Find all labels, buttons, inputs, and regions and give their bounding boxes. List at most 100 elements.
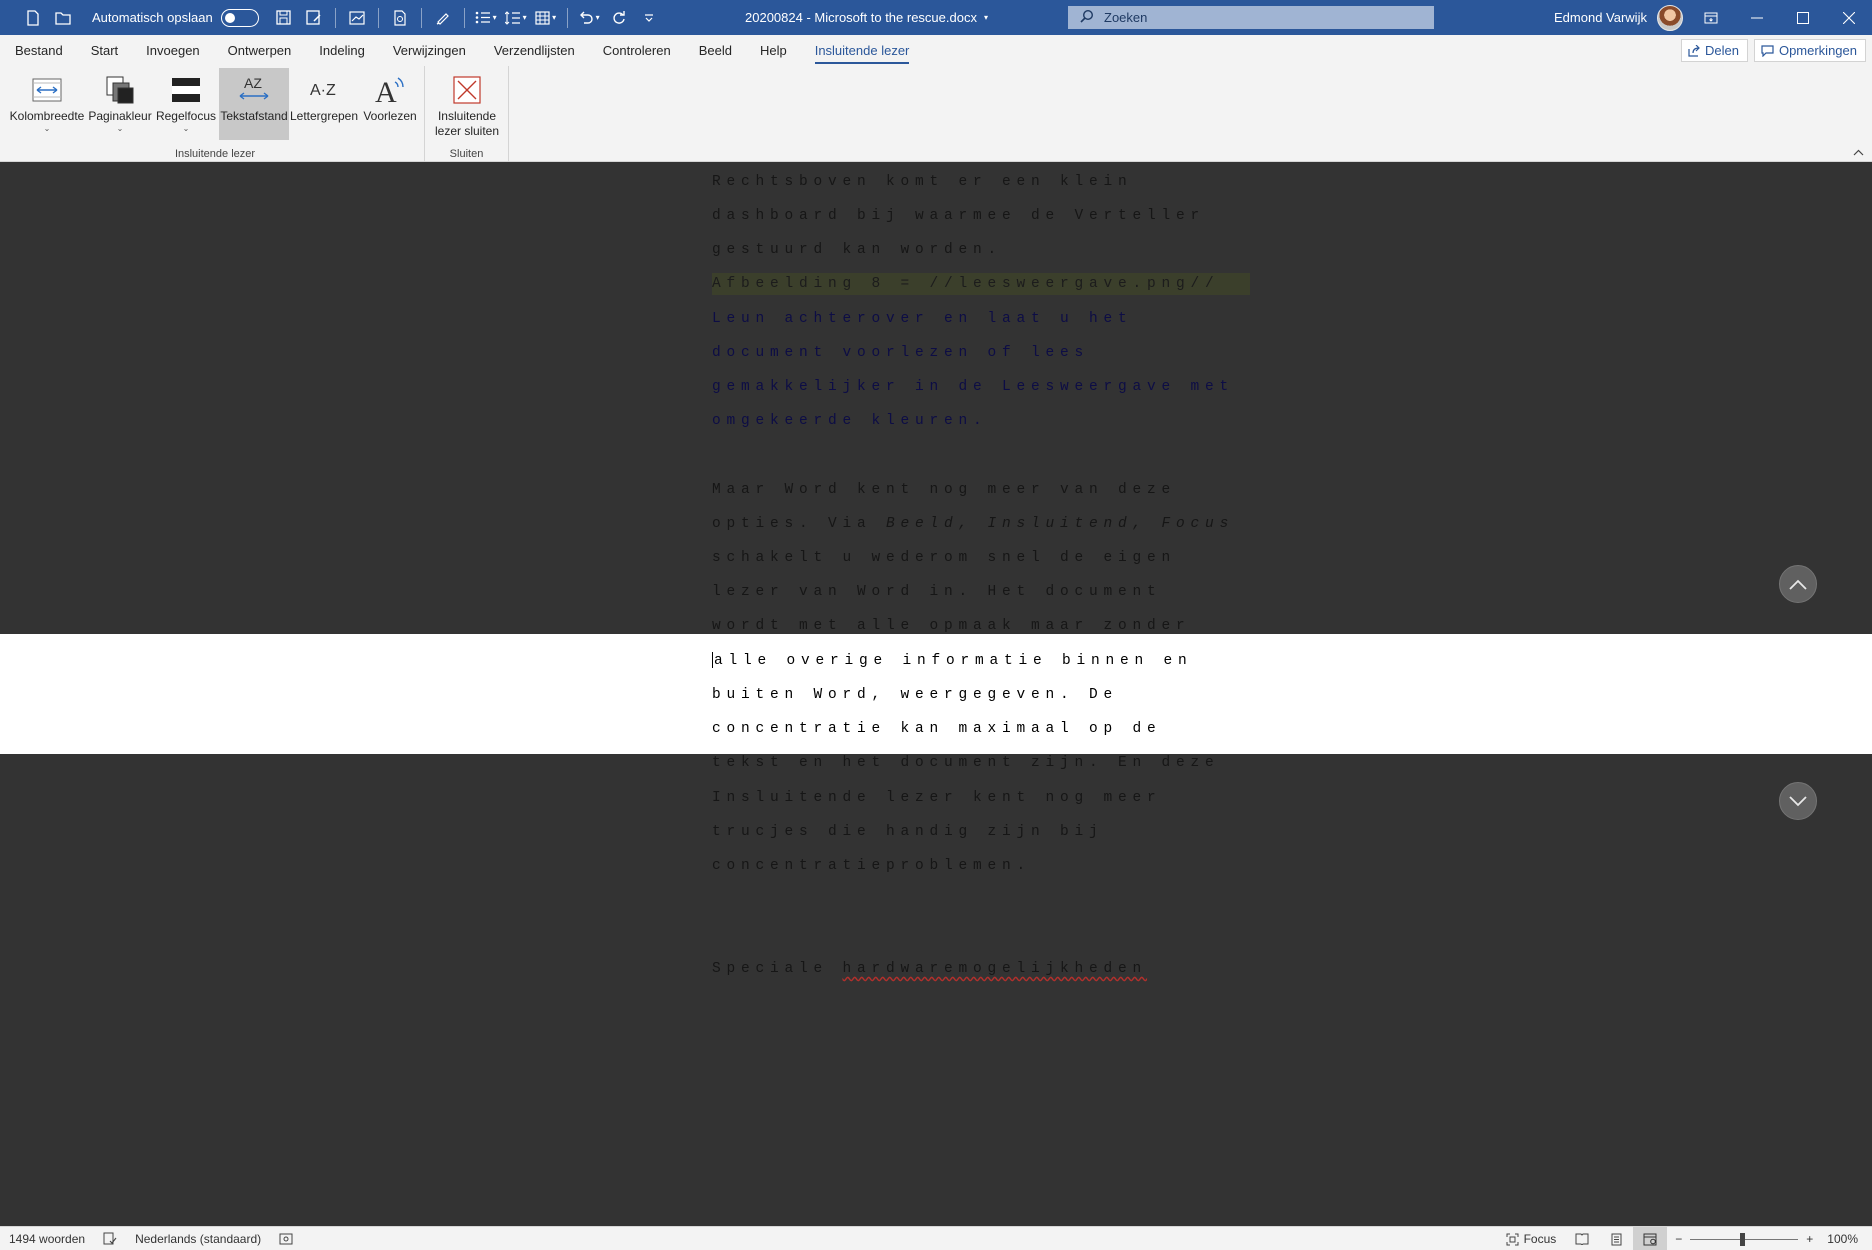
zoom-level[interactable]: 100% [1821, 1227, 1872, 1250]
column-width-icon [31, 71, 63, 109]
tab-verzendlijsten[interactable]: Verzendlijsten [480, 35, 589, 66]
tab-indeling[interactable]: Indeling [305, 35, 379, 66]
focused-line: alle overige informatie binnen en [712, 650, 1193, 672]
document-line-text: Speciale [712, 961, 843, 977]
document-line: gemakkelijker in de Leesweergave met [712, 379, 1235, 395]
document-title-text: 20200824 - Microsoft to the rescue.docx [745, 10, 977, 25]
column-width-button[interactable]: Kolombreedte ⌄ [8, 68, 86, 140]
maximize-icon[interactable] [1780, 0, 1826, 35]
search-box[interactable]: Zoeken [1068, 6, 1434, 29]
print-layout-icon[interactable] [1599, 1227, 1633, 1250]
tab-bestand[interactable]: Bestand [0, 35, 77, 66]
document-line: trucjes die handig zijn bij [712, 824, 1104, 840]
tab-controleren[interactable]: Controleren [589, 35, 685, 66]
ribbon-group-label: Sluiten [449, 148, 484, 160]
close-reader-icon [452, 71, 482, 109]
close-reader-label-line1: Insluitende [437, 109, 497, 123]
focus-icon [1506, 1233, 1519, 1246]
user-account[interactable]: Edmond Varwijk [1554, 0, 1683, 35]
redo-icon[interactable] [604, 0, 634, 35]
read-aloud-button[interactable]: A Voorlezen [360, 68, 420, 140]
zoom-out-button[interactable]: − [1667, 1227, 1684, 1250]
title-bar: Automatisch opslaan ▾ ▾ ▾ ▾ 20200824 - M… [0, 0, 1872, 35]
share-label: Delen [1704, 43, 1739, 58]
new-document-icon[interactable] [18, 0, 48, 35]
misspelled-word[interactable]: hardwaremogelijkheden [843, 961, 1148, 977]
close-immersive-reader-button[interactable]: Insluitende lezer sluiten [429, 68, 505, 146]
share-button[interactable]: Delen [1680, 39, 1748, 62]
scroll-up-button[interactable] [1779, 565, 1817, 603]
svg-text:A·Z: A·Z [310, 82, 336, 99]
web-layout-icon[interactable] [1633, 1227, 1668, 1250]
ribbon-tabs: Bestand Start Invoegen Ontwerpen Indelin… [0, 35, 1872, 66]
syllables-button[interactable]: A·Z Lettergrepen [290, 68, 358, 140]
undo-icon[interactable]: ▾ [574, 0, 604, 35]
chevron-down-icon: ⌄ [116, 124, 124, 133]
language-indicator[interactable]: Nederlands (standaard) [126, 1227, 270, 1250]
autosave-toggle[interactable]: Automatisch opslaan [92, 8, 259, 27]
document-area[interactable]: Rechtsboven komt er een klein dashboard … [0, 162, 1872, 1226]
text-cursor [712, 652, 713, 669]
chevron-down-icon: ⌄ [43, 124, 51, 133]
document-line: Leun achterover en laat u het [712, 311, 1133, 327]
read-mode-icon[interactable] [1565, 1227, 1599, 1250]
tab-ontwerpen[interactable]: Ontwerpen [214, 35, 306, 66]
zoom-in-button[interactable]: + [1804, 1227, 1821, 1250]
document-line: opties. Via Beeld, Insluitend, Focus [712, 513, 1234, 535]
focus-label: Focus [1523, 1232, 1557, 1246]
page-color-icon [105, 71, 135, 109]
minimize-icon[interactable] [1734, 0, 1780, 35]
chevron-down-icon: ⌄ [182, 124, 190, 133]
focused-line-text: alle overige informatie binnen en [714, 653, 1193, 669]
syllables-icon: A·Z [307, 71, 341, 109]
read-aloud-icon: A [373, 71, 407, 109]
text-spacing-button[interactable]: AZ Tekstafstand [219, 68, 289, 140]
chart-icon[interactable] [342, 0, 372, 35]
line-focus-icon [171, 71, 201, 109]
chevron-down-icon [1789, 795, 1807, 806]
svg-text:AZ: AZ [244, 75, 262, 91]
page-color-label: Paginakleur [88, 109, 152, 123]
autosave-switch[interactable] [220, 8, 259, 27]
tab-insluitende-lezer[interactable]: Insluitende lezer [801, 35, 924, 66]
syllables-label: Lettergrepen [289, 109, 359, 123]
format-painter-icon[interactable] [428, 0, 458, 35]
page-color-button[interactable]: Paginakleur ⌄ [88, 68, 152, 140]
svg-text:A: A [375, 76, 397, 106]
comments-button[interactable]: Opmerkingen [1753, 39, 1866, 62]
tab-beeld[interactable]: Beeld [685, 35, 746, 66]
italic-text: Beeld, Insluitend, Focus [886, 516, 1235, 532]
avatar[interactable] [1656, 4, 1683, 31]
document-line-text: opties. Via [712, 516, 887, 532]
print-preview-icon[interactable] [385, 0, 415, 35]
focus-mode-button[interactable]: Focus [1497, 1227, 1566, 1250]
zoom-slider-thumb[interactable] [1740, 1232, 1746, 1246]
zoom-slider[interactable] [1690, 1232, 1799, 1246]
window-controls [1688, 0, 1872, 35]
search-placeholder: Zoeken [1104, 10, 1148, 25]
accessibility-icon[interactable] [270, 1227, 302, 1250]
document-line: dashboard bij waarmee de Verteller [712, 208, 1206, 224]
table-icon[interactable]: ▾ [531, 0, 561, 35]
ribbon-display-options-icon[interactable] [1688, 0, 1734, 35]
word-count[interactable]: 1494 woorden [0, 1227, 94, 1250]
customize-qat-icon[interactable] [634, 0, 664, 35]
line-focus-button[interactable]: Regelfocus ⌄ [154, 68, 218, 140]
line-spacing-icon[interactable]: ▾ [501, 0, 531, 35]
scroll-down-button[interactable] [1779, 782, 1817, 820]
tab-verwijzingen[interactable]: Verwijzingen [379, 35, 480, 66]
tab-start[interactable]: Start [77, 35, 132, 66]
document-line: wordt met alle opmaak maar zonder [712, 618, 1191, 634]
status-bar: 1494 woorden Nederlands (standaard) Focu… [0, 1226, 1872, 1250]
tab-help[interactable]: Help [746, 35, 801, 66]
tab-invoegen[interactable]: Invoegen [132, 35, 214, 66]
open-folder-icon[interactable] [48, 0, 78, 35]
ribbon: Kolombreedte ⌄ Paginakleur ⌄ Regelfocus … [0, 66, 1872, 162]
proofing-icon[interactable] [94, 1227, 126, 1250]
save-icon[interactable] [269, 0, 299, 35]
document-title[interactable]: 20200824 - Microsoft to the rescue.docx … [745, 0, 988, 35]
close-icon[interactable] [1826, 0, 1872, 35]
save-as-icon[interactable] [299, 0, 329, 35]
collapse-ribbon-icon[interactable] [1853, 148, 1864, 159]
bullets-icon[interactable]: ▾ [471, 0, 501, 35]
